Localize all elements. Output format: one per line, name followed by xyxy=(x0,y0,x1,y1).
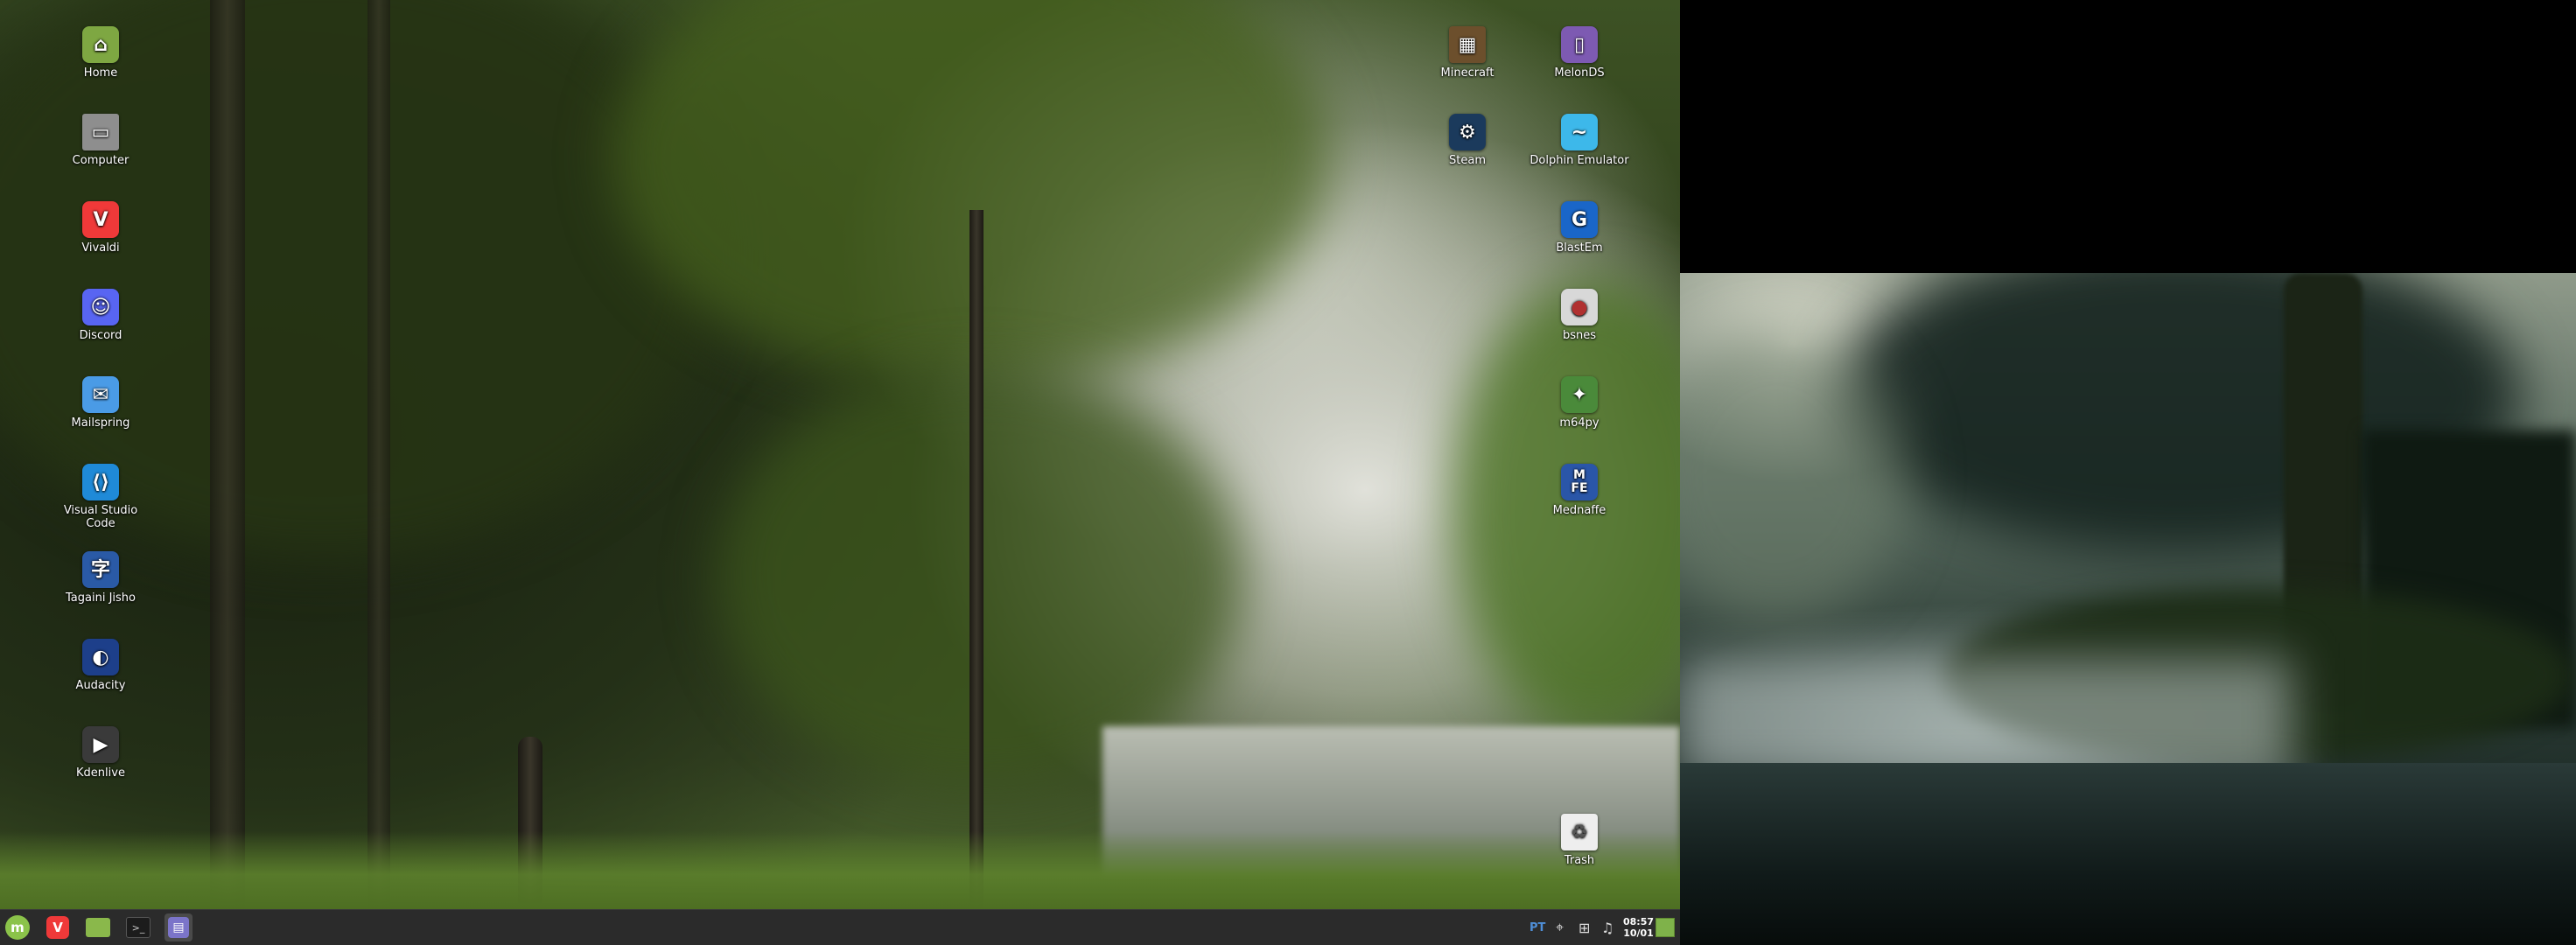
desktop-icon-label: Computer xyxy=(72,154,130,167)
keyboard-layout-indicator[interactable]: PT xyxy=(1530,921,1545,934)
clock[interactable]: 08:57 10/01 xyxy=(1623,910,1654,945)
sound-icon[interactable]: ♫ xyxy=(1601,920,1614,936)
wallpaper-trunk xyxy=(368,0,390,910)
desktop-right xyxy=(1680,273,2576,945)
taskbar: m V >_ ▤ PT ⌖ ⊞ ♫ 08:57 10/01 xyxy=(0,909,1680,945)
desktop-icon-melonds[interactable]: ▯ MelonDS xyxy=(1527,26,1632,80)
desktop-icon-mednaffe[interactable]: M FE Mednaffe xyxy=(1527,464,1632,517)
desktop-icon-label: bsnes xyxy=(1562,329,1597,342)
desktop-icon-steam[interactable]: ⚙ Steam xyxy=(1415,114,1520,167)
discord-icon: ☺ xyxy=(82,289,119,326)
desktop-icon-label: MelonDS xyxy=(1554,66,1605,80)
desktop-icon-minecraft[interactable]: ▦ Minecraft xyxy=(1415,26,1520,80)
taskbar-launcher-text-editor[interactable]: ▤ xyxy=(164,914,192,942)
desktop-icon-label: Mailspring xyxy=(71,416,130,430)
kdenlive-icon: ▶ xyxy=(82,726,119,763)
desktop-icon-kdenlive[interactable]: ▶ Kdenlive xyxy=(48,726,153,780)
desktop-icon-label: Minecraft xyxy=(1440,66,1494,80)
folder-icon xyxy=(86,918,110,937)
mailspring-icon: ✉ xyxy=(82,376,119,413)
desktop-left: ⌂ Home ▭ Computer V Vivaldi ☺ Discord ✉ … xyxy=(0,0,1680,945)
taskbar-launcher-terminal[interactable]: >_ xyxy=(124,914,152,942)
desktop-icon-label: Audacity xyxy=(75,679,126,692)
melonds-icon: ▯ xyxy=(1561,26,1598,63)
desktop-icon-vivaldi[interactable]: V Vivaldi xyxy=(48,201,153,255)
desktop-icon-blastem[interactable]: G BlastEm xyxy=(1527,201,1632,255)
audacity-icon: ◐ xyxy=(82,639,119,676)
desktop-icon-label: Vivaldi xyxy=(81,242,120,255)
wallpaper-mist xyxy=(1680,658,2292,780)
desktop-icon-bsnes[interactable]: ● bsnes xyxy=(1527,289,1632,342)
desktop-icon-label: Visual Studio Code xyxy=(63,504,138,530)
desktop-icon-computer[interactable]: ▭ Computer xyxy=(48,114,153,167)
blastem-icon: G xyxy=(1561,201,1598,238)
terminal-icon: >_ xyxy=(126,917,150,938)
desktop-icon-label: m64py xyxy=(1559,416,1600,430)
desktop-icon-label: Kdenlive xyxy=(76,766,125,780)
minecraft-icon: ▦ xyxy=(1449,26,1486,63)
network-icon[interactable]: ⊞ xyxy=(1578,920,1590,936)
location-icon[interactable]: ⌖ xyxy=(1556,919,1564,936)
m64py-icon: ✦ xyxy=(1561,376,1598,413)
wallpaper-trunk xyxy=(970,210,984,910)
start-menu-button[interactable]: m xyxy=(4,914,32,942)
tagaini-jisho-icon: 字 xyxy=(82,551,119,588)
linux-mint-menu-icon: m xyxy=(5,915,30,940)
desktop-icon-label: Home xyxy=(83,66,118,80)
desktop-icon-label: Mednaffe xyxy=(1552,504,1606,517)
show-desktop-button[interactable] xyxy=(1656,918,1675,937)
dolphin-icon: ~ xyxy=(1561,114,1598,150)
wallpaper-water xyxy=(1680,763,2576,945)
wallpaper-grass xyxy=(0,831,1680,910)
taskbar-launcher-vivaldi[interactable]: V xyxy=(44,914,72,942)
clock-date: 10/01 xyxy=(1623,928,1654,939)
desktop-icon-tagaini-jisho[interactable]: 字 Tagaini Jisho xyxy=(48,551,153,605)
desktop-icon-trash[interactable]: ♻ Trash xyxy=(1527,814,1632,867)
desktop-icon-label: Tagaini Jisho xyxy=(66,592,136,605)
desktop-icon-audacity[interactable]: ◐ Audacity xyxy=(48,639,153,692)
desktop-icon-label: BlastEm xyxy=(1556,242,1603,255)
text-editor-icon: ▤ xyxy=(168,917,189,938)
desktop-icon-mailspring[interactable]: ✉ Mailspring xyxy=(48,376,153,430)
vscode-icon: ⟨⟩ xyxy=(82,464,119,500)
bsnes-icon: ● xyxy=(1561,289,1598,326)
desktop-icon-label: Trash xyxy=(1564,854,1595,867)
desktop-icon-label: Dolphin Emulator xyxy=(1530,154,1629,167)
vivaldi-icon: V xyxy=(82,201,119,238)
desktop-icon-discord[interactable]: ☺ Discord xyxy=(48,289,153,342)
desktop-icon-label: Steam xyxy=(1449,154,1486,167)
desktop-icon-label: Discord xyxy=(79,329,122,342)
clock-time: 08:57 xyxy=(1623,916,1655,928)
folder-home-icon: ⌂ xyxy=(82,26,119,63)
taskbar-launcher-files[interactable] xyxy=(84,914,112,942)
wallpaper-trunk xyxy=(210,0,245,910)
mednaffe-icon: M FE xyxy=(1561,464,1598,500)
desktop-icon-dolphin[interactable]: ~ Dolphin Emulator xyxy=(1527,114,1632,167)
desktop-icon-m64py[interactable]: ✦ m64py xyxy=(1527,376,1632,430)
trash-icon: ♻ xyxy=(1561,814,1598,850)
desktop-icon-vscode[interactable]: ⟨⟩ Visual Studio Code xyxy=(48,464,153,530)
desktop-icon-home[interactable]: ⌂ Home xyxy=(48,26,153,80)
computer-icon: ▭ xyxy=(82,114,119,150)
steam-icon: ⚙ xyxy=(1449,114,1486,150)
vivaldi-icon: V xyxy=(46,916,69,939)
